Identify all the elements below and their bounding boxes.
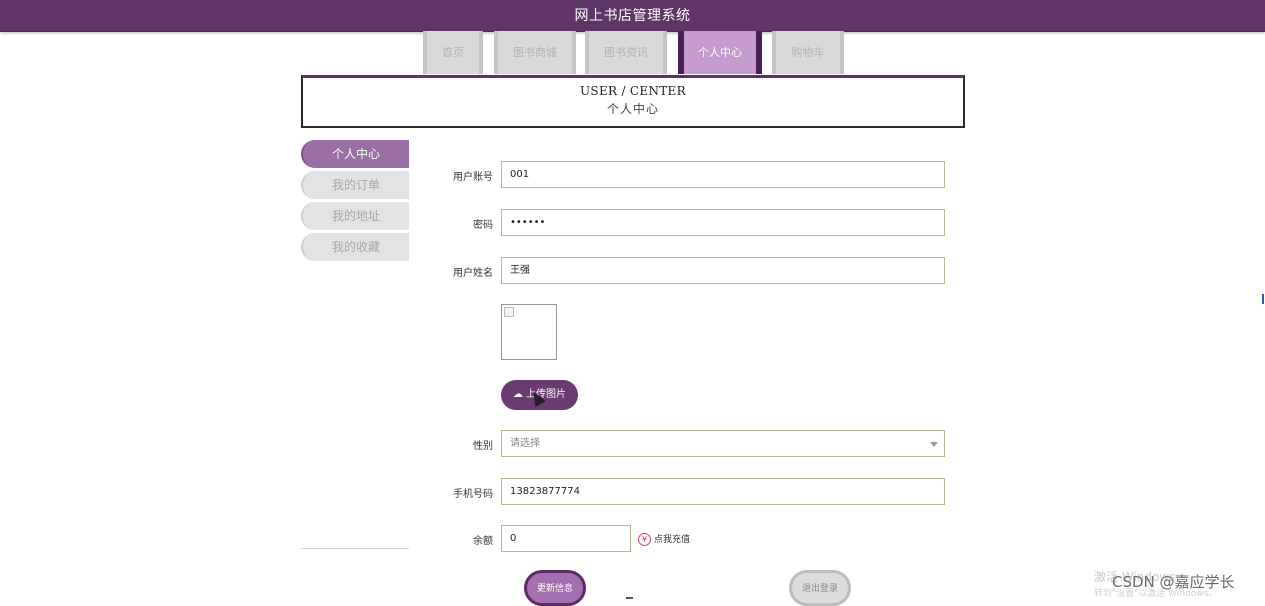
balance-label: 余额	[473, 536, 493, 547]
password-label: 密码	[473, 220, 493, 231]
scroll-marker	[1262, 294, 1264, 304]
sidebar-item-favorites[interactable]: 我的收藏	[301, 233, 409, 261]
gender-select[interactable]: 请选择	[501, 430, 945, 457]
logout-button[interactable]: 退出登录	[789, 570, 851, 606]
sidebar-item-orders[interactable]: 我的订单	[301, 171, 409, 199]
gender-label: 性别	[473, 441, 493, 452]
sidebar: 个人中心 我的订单 我的地址 我的收藏	[301, 140, 409, 264]
tab-user-center[interactable]: 个人中心	[678, 31, 762, 74]
chevron-down-icon	[930, 442, 938, 447]
tab-book-news[interactable]: 图书资讯	[585, 31, 667, 74]
cloud-upload-icon: ☁	[513, 389, 523, 400]
page-title-cn: 个人中心	[606, 102, 659, 116]
tab-cart[interactable]: 购物车	[772, 31, 844, 74]
sidebar-divider	[301, 548, 409, 549]
page-title-en: USER / CENTER	[580, 84, 686, 98]
main-nav: 首页 图书商城 图书资讯 个人中心 购物车	[0, 31, 1265, 75]
sidebar-item-user-center[interactable]: 个人中心	[301, 140, 409, 168]
recharge-label: 点我充值	[654, 535, 691, 545]
tab-book-mall[interactable]: 图书商城	[494, 31, 576, 74]
account-input[interactable]: 001	[501, 161, 945, 188]
tab-home[interactable]: 首页	[423, 31, 483, 74]
csdn-watermark: CSDN @嘉应学长	[1112, 573, 1235, 591]
update-info-button[interactable]: 更新信息	[524, 570, 586, 606]
balance-input[interactable]: 0	[501, 525, 631, 552]
phone-label: 手机号码	[453, 489, 493, 500]
app-title: 网上书店管理系统	[574, 8, 691, 24]
phone-input[interactable]: 13823877774	[501, 478, 945, 505]
name-input[interactable]: 王强	[501, 257, 945, 284]
account-label: 用户账号	[453, 172, 493, 183]
broken-image-icon	[504, 307, 514, 317]
yen-icon: ¥	[638, 533, 651, 546]
page-header: USER / CENTER 个人中心	[301, 75, 965, 128]
divider-mark	[626, 597, 633, 599]
name-label: 用户姓名	[453, 268, 493, 279]
password-input[interactable]: ••••••	[501, 209, 945, 236]
sidebar-item-address[interactable]: 我的地址	[301, 202, 409, 230]
top-bar: 网上书店管理系统	[0, 0, 1265, 32]
recharge-link[interactable]: ¥ 点我充值	[638, 532, 690, 546]
gender-select-value: 请选择	[510, 438, 540, 449]
avatar-image	[501, 304, 557, 360]
